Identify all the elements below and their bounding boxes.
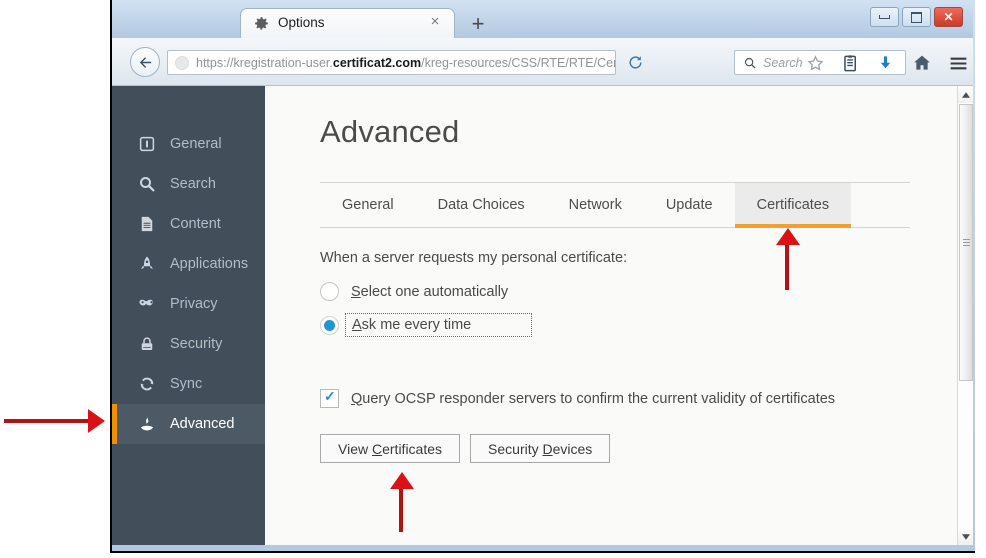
minimize-button[interactable]	[870, 7, 899, 27]
tab-certificates[interactable]: Certificates	[734, 183, 852, 228]
new-tab-button[interactable]: +	[467, 13, 489, 35]
chevron-down-icon	[961, 533, 970, 540]
checkbox[interactable]	[320, 388, 339, 408]
tab-title-label: Options	[278, 15, 325, 30]
general-icon	[136, 133, 158, 155]
options-content-area: General Search Content Applications Priv…	[112, 86, 973, 545]
tab-label: Certificates	[756, 197, 830, 213]
back-arrow-icon	[139, 56, 151, 68]
sidebar-item-label: General	[170, 136, 222, 152]
options-pane: Advanced General Data Choices Network Up…	[265, 86, 973, 545]
sidebar-item-search[interactable]: Search	[112, 164, 265, 204]
page-title: Advanced	[320, 114, 460, 149]
url-suffix: /kreg-resources/CSS/RTE/RTE/Cer	[421, 55, 616, 70]
reload-button[interactable]	[625, 52, 645, 72]
tab-label: General	[342, 197, 394, 213]
tab-label: Update	[665, 197, 713, 213]
home-icon[interactable]	[909, 50, 935, 76]
vertical-scrollbar[interactable]	[957, 86, 973, 545]
options-sidebar: General Search Content Applications Priv…	[112, 86, 265, 545]
content-page-icon	[136, 213, 158, 235]
sidebar-item-label: Content	[170, 216, 221, 232]
tab-update[interactable]: Update	[644, 183, 735, 227]
sidebar-item-label: Sync	[170, 376, 203, 392]
checkbox-label: Query OCSP responder servers to confirm …	[351, 390, 836, 407]
chevron-up-icon	[961, 91, 970, 98]
address-bar[interactable]: https://kregistration-user.certificat2.c…	[167, 50, 616, 75]
browser-tab-options[interactable]: Options ×	[240, 8, 455, 38]
sidebar-item-security[interactable]: Security	[112, 324, 265, 364]
sidebar-item-advanced[interactable]: Advanced	[112, 404, 265, 444]
scroll-down-button[interactable]	[958, 528, 973, 545]
checkbox-label-rest: uery OCSP responder servers to confirm t…	[362, 390, 836, 407]
sidebar-item-content[interactable]: Content	[112, 204, 265, 244]
checkbox-query-ocsp[interactable]: Query OCSP responder servers to confirm …	[320, 388, 836, 408]
reload-icon	[628, 55, 642, 69]
address-bar-url: https://kregistration-user.certificat2.c…	[196, 55, 616, 70]
rocket-icon	[136, 253, 158, 275]
search-placeholder-label: Search	[763, 55, 803, 70]
radio-select-one-automatically[interactable]: Select one automatically	[320, 282, 508, 301]
radio-label: Ask me every time	[345, 313, 533, 337]
url-domain: certificat2.com	[332, 55, 422, 70]
scroll-up-button[interactable]	[958, 86, 973, 103]
maximize-button[interactable]	[902, 7, 931, 27]
radio-label-rest: sk me every time	[361, 317, 472, 333]
library-icon[interactable]	[837, 50, 863, 76]
tab-label: Network	[568, 197, 622, 213]
search-icon	[136, 173, 158, 195]
minimize-icon	[871, 8, 898, 26]
gear-icon	[253, 15, 270, 32]
download-arrow-icon[interactable]	[872, 50, 898, 76]
url-prefix: https://kregistration-user.	[196, 55, 333, 70]
sidebar-item-applications[interactable]: Applications	[112, 244, 265, 284]
radio-button[interactable]	[320, 315, 339, 335]
certificate-buttons-row: View Certificates Security Devices	[320, 434, 611, 463]
close-tab-icon[interactable]: ×	[426, 13, 444, 31]
site-identity-icon	[175, 55, 189, 70]
sidebar-item-sync[interactable]: Sync	[112, 364, 265, 404]
security-devices-button[interactable]: Security Devices	[470, 434, 611, 463]
radio-ask-me-every-time[interactable]: Ask me every time	[320, 313, 533, 337]
sidebar-item-label: Search	[170, 176, 216, 192]
mask-icon	[136, 293, 158, 315]
sidebar-item-privacy[interactable]: Privacy	[112, 284, 265, 324]
sidebar-item-label: Advanced	[170, 416, 235, 432]
close-icon: ✕	[943, 10, 954, 24]
view-certificates-button[interactable]: View Certificates	[320, 434, 461, 463]
sidebar-item-general[interactable]: General	[112, 124, 265, 164]
window-controls: ✕	[870, 7, 963, 27]
maximize-icon	[903, 8, 930, 26]
radio-label-rest: elect one automatically	[360, 283, 509, 300]
sidebar-item-label: Security	[170, 336, 223, 352]
tab-network[interactable]: Network	[547, 183, 644, 227]
scrollbar-grip	[962, 238, 970, 247]
navigation-toolbar: https://kregistration-user.certificat2.c…	[112, 38, 973, 86]
tab-general[interactable]: General	[320, 183, 416, 227]
sync-icon	[136, 373, 158, 395]
radio-label: Select one automatically	[351, 283, 509, 300]
sidebar-item-label: Applications	[170, 256, 249, 272]
close-window-button[interactable]: ✕	[934, 7, 963, 27]
lock-icon	[136, 333, 158, 355]
title-bar: Options × + ✕	[112, 0, 973, 38]
hamburger-menu-icon[interactable]	[945, 50, 971, 76]
scrollbar-thumb[interactable]	[959, 104, 973, 381]
sidebar-item-label: Privacy	[170, 296, 218, 312]
advanced-tab-row: General Data Choices Network Update Cert…	[320, 182, 910, 228]
search-icon	[743, 56, 757, 70]
tab-label: Data Choices	[437, 197, 525, 213]
certificate-request-label: When a server requests my personal certi…	[320, 250, 628, 266]
tab-data-choices[interactable]: Data Choices	[416, 183, 547, 227]
back-button[interactable]	[130, 47, 160, 77]
radio-button[interactable]	[320, 282, 339, 301]
star-icon[interactable]	[802, 50, 828, 76]
flask-icon	[136, 413, 158, 435]
